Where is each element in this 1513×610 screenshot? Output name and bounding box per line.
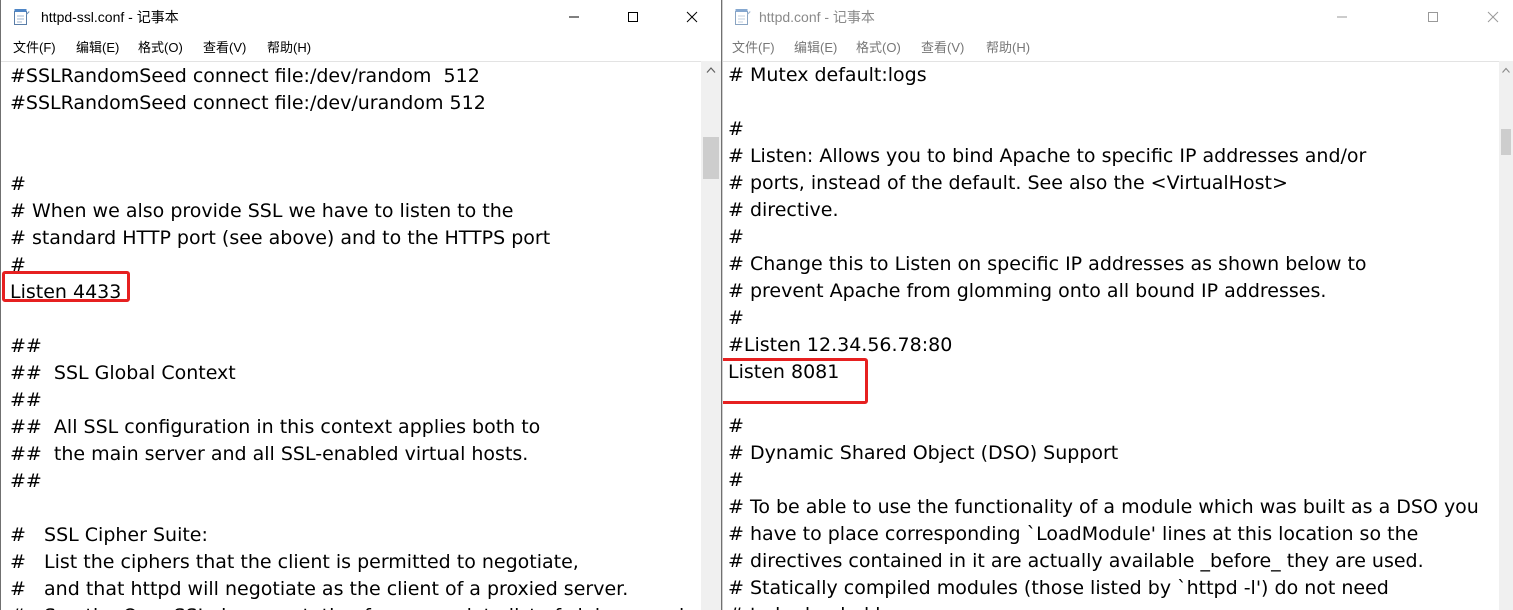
text-line: #SSLRandomSeed connect file:/dev/random … [10,65,480,87]
text-line: # [728,469,744,491]
menu-format[interactable]: 格式(O) [856,40,901,56]
text-editor[interactable]: #SSLRandomSeed connect file:/dev/random … [1,61,701,610]
text-line: # Listen: Allows you to bind Apache to s… [728,145,1367,167]
minimize-button[interactable] [545,0,603,34]
notepad-window-httpd[interactable]: httpd.conf - 记事本 文件(F) 编辑(E) 格式(O) 查看(V)… [722,0,1513,610]
text-line: # To be able to use the functionality of… [728,496,1479,518]
text-line: # directive. [728,199,839,221]
close-icon [1487,11,1499,23]
window-title: httpd-ssl.conf - 记事本 [41,9,179,25]
text-line: # Change this to Listen on specific IP a… [728,253,1367,275]
menu-bar: 文件(F) 编辑(E) 格式(O) 查看(V) 帮助(H) [1,36,721,60]
text-line: # [10,173,26,195]
text-line: # [728,118,744,140]
menu-file[interactable]: 文件(F) [13,40,56,56]
menu-bar: 文件(F) 编辑(E) 格式(O) 查看(V) 帮助(H) [723,36,1513,60]
minimize-button[interactable] [1313,0,1371,34]
vertical-scrollbar[interactable] [701,61,721,610]
close-button[interactable] [663,0,721,34]
text-line: ## [10,470,42,492]
text-line: # SSL Cipher Suite: [10,524,208,546]
menu-file[interactable]: 文件(F) [732,40,775,56]
notepad-icon [13,8,30,26]
text-line: # to be loaded here. [728,602,924,610]
menu-help[interactable]: 帮助(H) [986,40,1030,56]
highlight-box-listen-4433 [2,271,130,302]
menu-edit[interactable]: 编辑(E) [794,40,837,56]
text-line: # Dynamic Shared Object (DSO) Support [728,442,1119,464]
scroll-up-button[interactable] [701,61,721,79]
vertical-scrollbar[interactable] [1499,61,1513,610]
text-line: ## [10,389,42,411]
menu-view[interactable]: 查看(V) [203,40,246,56]
menu-format[interactable]: 格式(O) [138,40,183,56]
notepad-window-httpd-ssl[interactable]: httpd-ssl.conf - 记事本 文件(F) 编辑(E) 格式(O) 查… [0,0,722,610]
text-line: # [728,226,744,248]
text-line: # directives contained in it are actuall… [728,550,1424,572]
notepad-icon [734,8,751,26]
minimize-icon [569,16,579,18]
text-line: # Mutex default:logs [728,64,927,86]
chevron-up-icon [706,67,716,73]
text-line: # See the OpenSSL documentation for a co… [10,603,684,610]
text-line: #Listen 12.34.56.78:80 [728,334,953,356]
menu-help[interactable]: 帮助(H) [267,40,311,56]
text-line: ## [10,335,42,357]
text-line: # List the ciphers that the client is pe… [10,551,579,573]
text-line: # [728,415,744,437]
menu-edit[interactable]: 编辑(E) [76,40,119,56]
text-line: # and that httpd will negotiate as the c… [10,578,629,600]
chevron-up-icon [1502,67,1510,73]
text-line: # Statically compiled modules (those lis… [728,577,1389,599]
text-line: # standard HTTP port (see above) and to … [10,227,551,249]
text-line: # ports, instead of the default. See als… [728,172,1288,194]
window-title: httpd.conf - 记事本 [759,9,875,25]
text-line: #SSLRandomSeed connect file:/dev/urandom… [10,92,486,114]
scroll-up-button[interactable] [1499,61,1513,79]
text-line: ## All SSL configuration in this context… [10,416,541,438]
close-icon [686,11,698,23]
text-line: ## SSL Global Context [10,362,236,384]
text-editor[interactable]: # Mutex default:logs # # Listen: Allows yo… [723,61,1499,610]
maximize-button[interactable] [604,0,662,34]
text-line: # prevent Apache from glomming onto all … [728,280,1327,302]
title-bar[interactable]: httpd-ssl.conf - 记事本 [1,0,721,34]
title-bar[interactable]: httpd.conf - 记事本 [723,0,1513,34]
text-line: # When we also provide SSL we have to li… [10,200,514,222]
minimize-icon [1337,16,1347,18]
scroll-thumb[interactable] [1501,129,1511,155]
scroll-thumb[interactable] [703,137,719,179]
highlight-box-listen-8081 [723,358,868,404]
text-line: ## the main server and all SSL-enabled v… [10,443,529,465]
maximize-icon [628,12,638,22]
menu-view[interactable]: 查看(V) [921,40,964,56]
text-line: # [728,307,744,329]
maximize-button[interactable] [1404,0,1462,34]
maximize-icon [1428,12,1438,22]
close-button[interactable] [1464,0,1513,34]
text-line: # have to place corresponding `LoadModul… [728,523,1419,545]
